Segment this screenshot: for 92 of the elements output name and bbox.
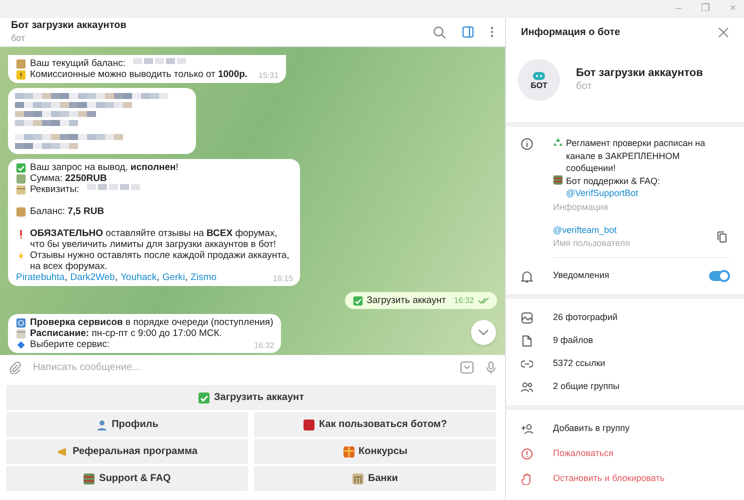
file-icon [521, 334, 533, 346]
microphone-icon[interactable] [486, 360, 496, 374]
keyboard-button[interactable]: Банки [254, 466, 496, 491]
keyboard-button[interactable]: Конкурсы [254, 439, 496, 464]
message-time: 16:15 [272, 274, 293, 282]
hand-icon [521, 472, 533, 484]
about-text: Бот поддержки & FAQ: @VerifSupportBot [566, 174, 662, 200]
message-text: Отзывы нужно оставлять после каждой продажи аккаунта, на всех форумах. [30, 250, 290, 272]
notifications-toggle[interactable] [709, 271, 729, 281]
forum-link[interactable]: Zismo [190, 272, 217, 283]
lightning-icon [16, 251, 26, 261]
field-label: Имя пользователя [553, 236, 632, 249]
keyboard-button[interactable]: Support & FAQ [6, 466, 248, 491]
check-icon [352, 296, 363, 306]
avatar-text: БОТ [530, 82, 548, 90]
redacted-text [133, 58, 186, 64]
message-text: Ваш запрос на вывод, исполнен! [30, 162, 178, 173]
comma-text: , [64, 272, 68, 283]
username-link[interactable]: @verifteam_bot [553, 224, 717, 236]
card-icon [16, 185, 26, 195]
diamond-icon [16, 340, 26, 350]
panel-title: Информация о боте [521, 26, 622, 40]
keyboard-toggle-icon[interactable] [460, 361, 474, 374]
media-row[interactable]: 2 общие группы [506, 375, 744, 398]
chevron-down-icon [478, 329, 489, 336]
message-text: Баланс: 7,5 RUB [30, 206, 104, 217]
comma-text: , [156, 272, 160, 283]
forum-link[interactable]: Dark2Web [70, 272, 115, 283]
message-text: Реквизиты: [30, 184, 80, 195]
link-icon [521, 358, 533, 370]
close-icon[interactable] [718, 27, 729, 38]
message-time: 16:32 [254, 340, 274, 350]
warning-icon [16, 70, 26, 80]
warning-circle-icon [521, 448, 533, 460]
message-text: Ваш текущий баланс: [30, 58, 126, 69]
add-user-icon [521, 422, 533, 434]
message-text: Сумма: 2250RUB [30, 173, 107, 184]
person-icon [96, 418, 108, 430]
photo-icon [521, 312, 533, 324]
message-text: Комиссионные можно выводить только от 1000р. [30, 69, 248, 80]
sidebar-toggle-icon[interactable] [462, 26, 474, 38]
books-icon [83, 472, 96, 484]
message-input[interactable]: Написать сообщение... [33, 360, 448, 375]
message-text: Расписание: пн-ср-пт с 9:00 до 17:00 МСК. [30, 328, 222, 339]
keyboard-button[interactable]: Загрузить аккаунт [6, 385, 496, 410]
forum-link[interactable]: Gerki [162, 272, 186, 283]
copy-icon[interactable] [717, 230, 727, 242]
recycle-icon [553, 137, 563, 147]
keyboard-button[interactable]: Реферальная программа [6, 439, 248, 464]
notifications-label: Уведомления [553, 269, 610, 282]
refresh-icon [16, 318, 26, 328]
check-icon [16, 163, 26, 173]
books-icon [553, 174, 563, 184]
robot-icon [532, 70, 546, 80]
bot-name: Бот загрузки аккаунтов [576, 66, 703, 81]
bell-icon [521, 270, 533, 282]
message-text: ОБЯЗАТЕЛЬНО оставляйте отзывы на ВСЕХ форумах, что бы увеличить лимиты для загрузки аккаунтов в бот! [30, 228, 278, 250]
attach-icon[interactable] [9, 361, 21, 374]
gift-icon [342, 446, 355, 458]
message-text: Проверка сервисов в порядке очереди (поступления) [30, 317, 274, 328]
calendar-icon [16, 329, 26, 339]
action-row[interactable]: Пожаловаться [506, 441, 744, 466]
comma-text: , [114, 272, 118, 283]
about-text: Регламент проверки расписан на канале в ЗАКРЕПЛЕННОМ сообщении! [566, 137, 706, 174]
chat-title: Бот загрузки аккаунтов [11, 20, 128, 33]
scroll-down-button[interactable] [471, 320, 496, 345]
media-row[interactable]: 5372 ссылки [506, 352, 744, 375]
message-text: Выберите сервис: [30, 339, 110, 350]
chat-subtitle: бот [11, 32, 26, 44]
action-row[interactable]: Добавить в группу [506, 416, 744, 441]
media-row[interactable]: 26 фотографий [506, 306, 744, 329]
message-time: 15:31 [258, 70, 279, 80]
search-icon[interactable] [433, 26, 446, 38]
forum-link[interactable]: Piratebuhta [16, 272, 65, 283]
more-icon[interactable] [490, 26, 494, 38]
bot-subtitle: бот [576, 80, 593, 94]
group-icon [521, 380, 533, 392]
megaphone-icon [56, 446, 69, 458]
field-label: Информация [553, 200, 610, 213]
keyboard-button[interactable]: Профиль [6, 412, 248, 437]
comma-text: , [185, 272, 188, 283]
check-icon [198, 392, 210, 404]
redacted-text [87, 184, 140, 190]
message-time: 16:32 [454, 295, 474, 306]
forum-link[interactable]: Youhack [120, 272, 157, 283]
support-bot-link[interactable]: @VerifSupportBot [566, 188, 638, 198]
message-text: Загрузить аккаунт [366, 295, 446, 306]
action-row[interactable]: Остановить и блокировать [506, 466, 744, 491]
info-icon [521, 138, 533, 150]
bank-icon [352, 472, 364, 484]
keyboard-button[interactable]: Как пользоваться ботом? [254, 412, 496, 437]
media-row[interactable]: 9 файлов [506, 329, 744, 352]
